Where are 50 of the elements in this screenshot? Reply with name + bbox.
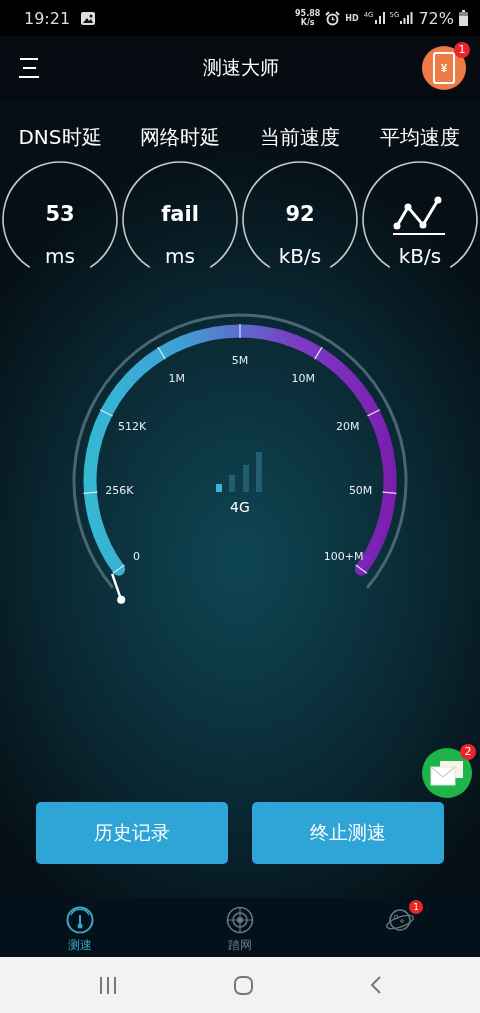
scale-label: 10M <box>291 371 315 385</box>
metric-value: fail <box>161 202 199 228</box>
network-type: 4G <box>230 499 250 515</box>
metric-label: DNS时延 <box>18 124 102 151</box>
scale-label: 512K <box>118 420 147 434</box>
signal-icon <box>400 12 414 24</box>
scale-label: 0 <box>132 550 140 564</box>
battery-icon <box>459 10 468 26</box>
metric-value: 53 <box>45 202 75 228</box>
alarm-icon <box>325 10 341 26</box>
scale-label: 20M <box>336 420 360 434</box>
line-chart-icon <box>393 194 447 236</box>
status-time: 19:21 <box>24 8 71 28</box>
back-icon[interactable] <box>369 976 382 994</box>
battery-percent: 72% <box>418 8 454 28</box>
nav-tab[interactable]: 测速 <box>0 898 160 957</box>
metric-unit: kB/s <box>398 244 442 268</box>
notification-badge: 1 <box>409 900 423 914</box>
metric-label: 当前速度 <box>260 124 340 151</box>
hd-indicator: HD <box>345 13 359 23</box>
speedometer-icon <box>66 906 94 934</box>
notification-badge: 2 <box>460 744 476 760</box>
action-button[interactable]: 历史记录 <box>36 802 228 864</box>
menu-icon[interactable] <box>18 58 40 78</box>
recent-apps-icon[interactable] <box>98 976 117 994</box>
scale-label: 50M <box>348 484 373 498</box>
nav-tab[interactable]: 1 <box>320 898 480 957</box>
signal-icon <box>374 12 385 24</box>
nav-tab[interactable]: 踏网 <box>160 898 320 957</box>
envelope-icon <box>430 760 464 786</box>
notification-badge: 1 <box>454 42 470 58</box>
scale-label: 5M <box>231 354 249 367</box>
scale-label: 1M <box>168 371 186 385</box>
metric-label: 网络时延 <box>140 124 220 151</box>
metric-value: 92 <box>285 202 315 228</box>
home-icon[interactable] <box>233 975 253 995</box>
action-button[interactable]: 终止测速 <box>252 802 444 864</box>
metric-unit: ms <box>45 244 75 268</box>
app-title: 测速大师 <box>202 55 280 80</box>
scale-label: 100+M <box>323 550 364 564</box>
image-icon <box>81 11 96 25</box>
planet-icon <box>385 906 415 934</box>
crosshair-icon <box>226 906 254 934</box>
scale-label: 256K <box>105 484 134 498</box>
metric-label: 平均速度 <box>380 124 460 151</box>
metric-unit: kB/s <box>278 244 322 268</box>
gauge-needle <box>111 573 126 604</box>
signal-bars-icon <box>216 452 262 492</box>
network-speed: 95.88 K/s <box>295 9 321 27</box>
metric-unit: ms <box>165 244 195 268</box>
